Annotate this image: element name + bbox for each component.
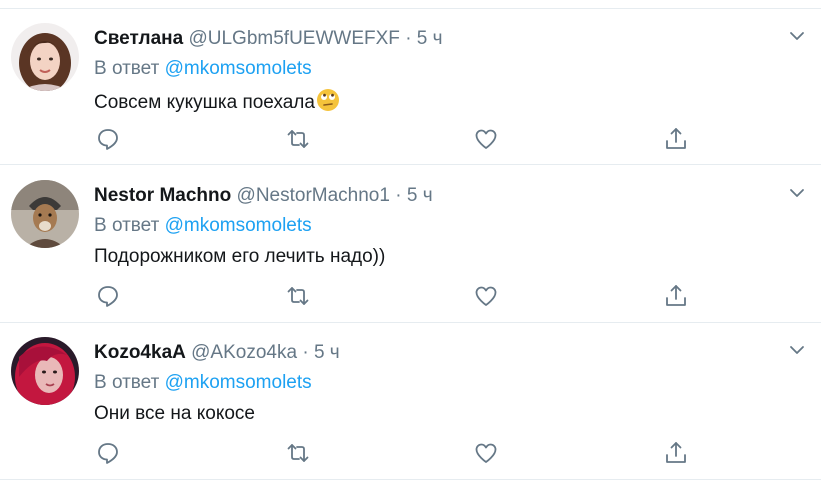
heart-icon[interactable] (473, 440, 499, 466)
separator: · (405, 28, 412, 49)
retweet-icon[interactable] (285, 440, 311, 466)
avatar[interactable] (11, 180, 79, 248)
chevron-down-icon[interactable] (786, 182, 808, 204)
share-icon[interactable] (663, 283, 689, 309)
heart-icon[interactable] (473, 126, 499, 152)
tweet-header: Kozo4kaA @AKozo4ka · 5 ч (94, 341, 340, 365)
reply-context: В ответ @mkomsomolets (94, 57, 312, 81)
user-name[interactable]: Kozo4kaA (94, 342, 186, 363)
retweet-icon[interactable] (285, 126, 311, 152)
tweet-feed: Светлана @ULGbm5fUEWWEFXF · 5 ч В ответ … (0, 0, 821, 487)
user-name[interactable]: Светлана (94, 28, 183, 49)
tweet[interactable]: Nestor Machno @NestorMachno1 · 5 ч В отв… (0, 166, 821, 323)
reply-mention-link[interactable]: @mkomsomolets (165, 215, 312, 236)
tweet[interactable]: Kozo4kaA @AKozo4ka · 5 ч В ответ @mkomso… (0, 323, 821, 480)
share-icon[interactable] (663, 126, 689, 152)
timestamp[interactable]: 5 ч (417, 28, 443, 49)
user-handle[interactable]: @ULGbm5fUEWWEFXF (188, 28, 399, 49)
separator: · (302, 342, 309, 363)
user-name[interactable]: Nestor Machno (94, 185, 231, 206)
chevron-down-icon[interactable] (786, 339, 808, 361)
chevron-down-icon[interactable] (786, 25, 808, 47)
tweet-text: Совсем кукушка поехала (94, 88, 340, 115)
tweet-text-content: Совсем кукушка поехала (94, 92, 315, 113)
reply-prefix: В ответ (94, 58, 160, 79)
rolling-eyes-emoji-icon (316, 88, 340, 112)
tweet-text: Подорожником его лечить надо)) (94, 245, 385, 269)
reply-mention-link[interactable]: @mkomsomolets (165, 372, 312, 393)
reply-mention-link[interactable]: @mkomsomolets (165, 58, 312, 79)
tweet-header: Светлана @ULGbm5fUEWWEFXF · 5 ч (94, 27, 443, 51)
tweet-actions (0, 283, 821, 309)
user-handle[interactable]: @AKozo4ka (191, 342, 297, 363)
reply-context: В ответ @mkomsomolets (94, 371, 312, 395)
tweet-text-content: Подорожником его лечить надо)) (94, 246, 386, 267)
retweet-icon[interactable] (285, 283, 311, 309)
tweet-text: Они все на кокосе (94, 402, 255, 426)
tweet-actions (0, 440, 821, 466)
reply-context: В ответ @mkomsomolets (94, 214, 312, 238)
separator: · (395, 185, 402, 206)
timestamp[interactable]: 5 ч (314, 342, 340, 363)
reply-icon[interactable] (95, 440, 121, 466)
share-icon[interactable] (663, 440, 689, 466)
tweet-actions (0, 126, 821, 152)
reply-icon[interactable] (95, 283, 121, 309)
reply-prefix: В ответ (94, 215, 160, 236)
tweet[interactable]: Светлана @ULGbm5fUEWWEFXF · 5 ч В ответ … (0, 8, 821, 165)
avatar[interactable] (11, 337, 79, 405)
reply-prefix: В ответ (94, 372, 160, 393)
tweet-header: Nestor Machno @NestorMachno1 · 5 ч (94, 184, 433, 208)
heart-icon[interactable] (473, 283, 499, 309)
user-handle[interactable]: @NestorMachno1 (237, 185, 390, 206)
avatar[interactable] (11, 23, 79, 91)
reply-icon[interactable] (95, 126, 121, 152)
tweet-text-content: Они все на кокосе (94, 403, 255, 424)
timestamp[interactable]: 5 ч (407, 185, 433, 206)
